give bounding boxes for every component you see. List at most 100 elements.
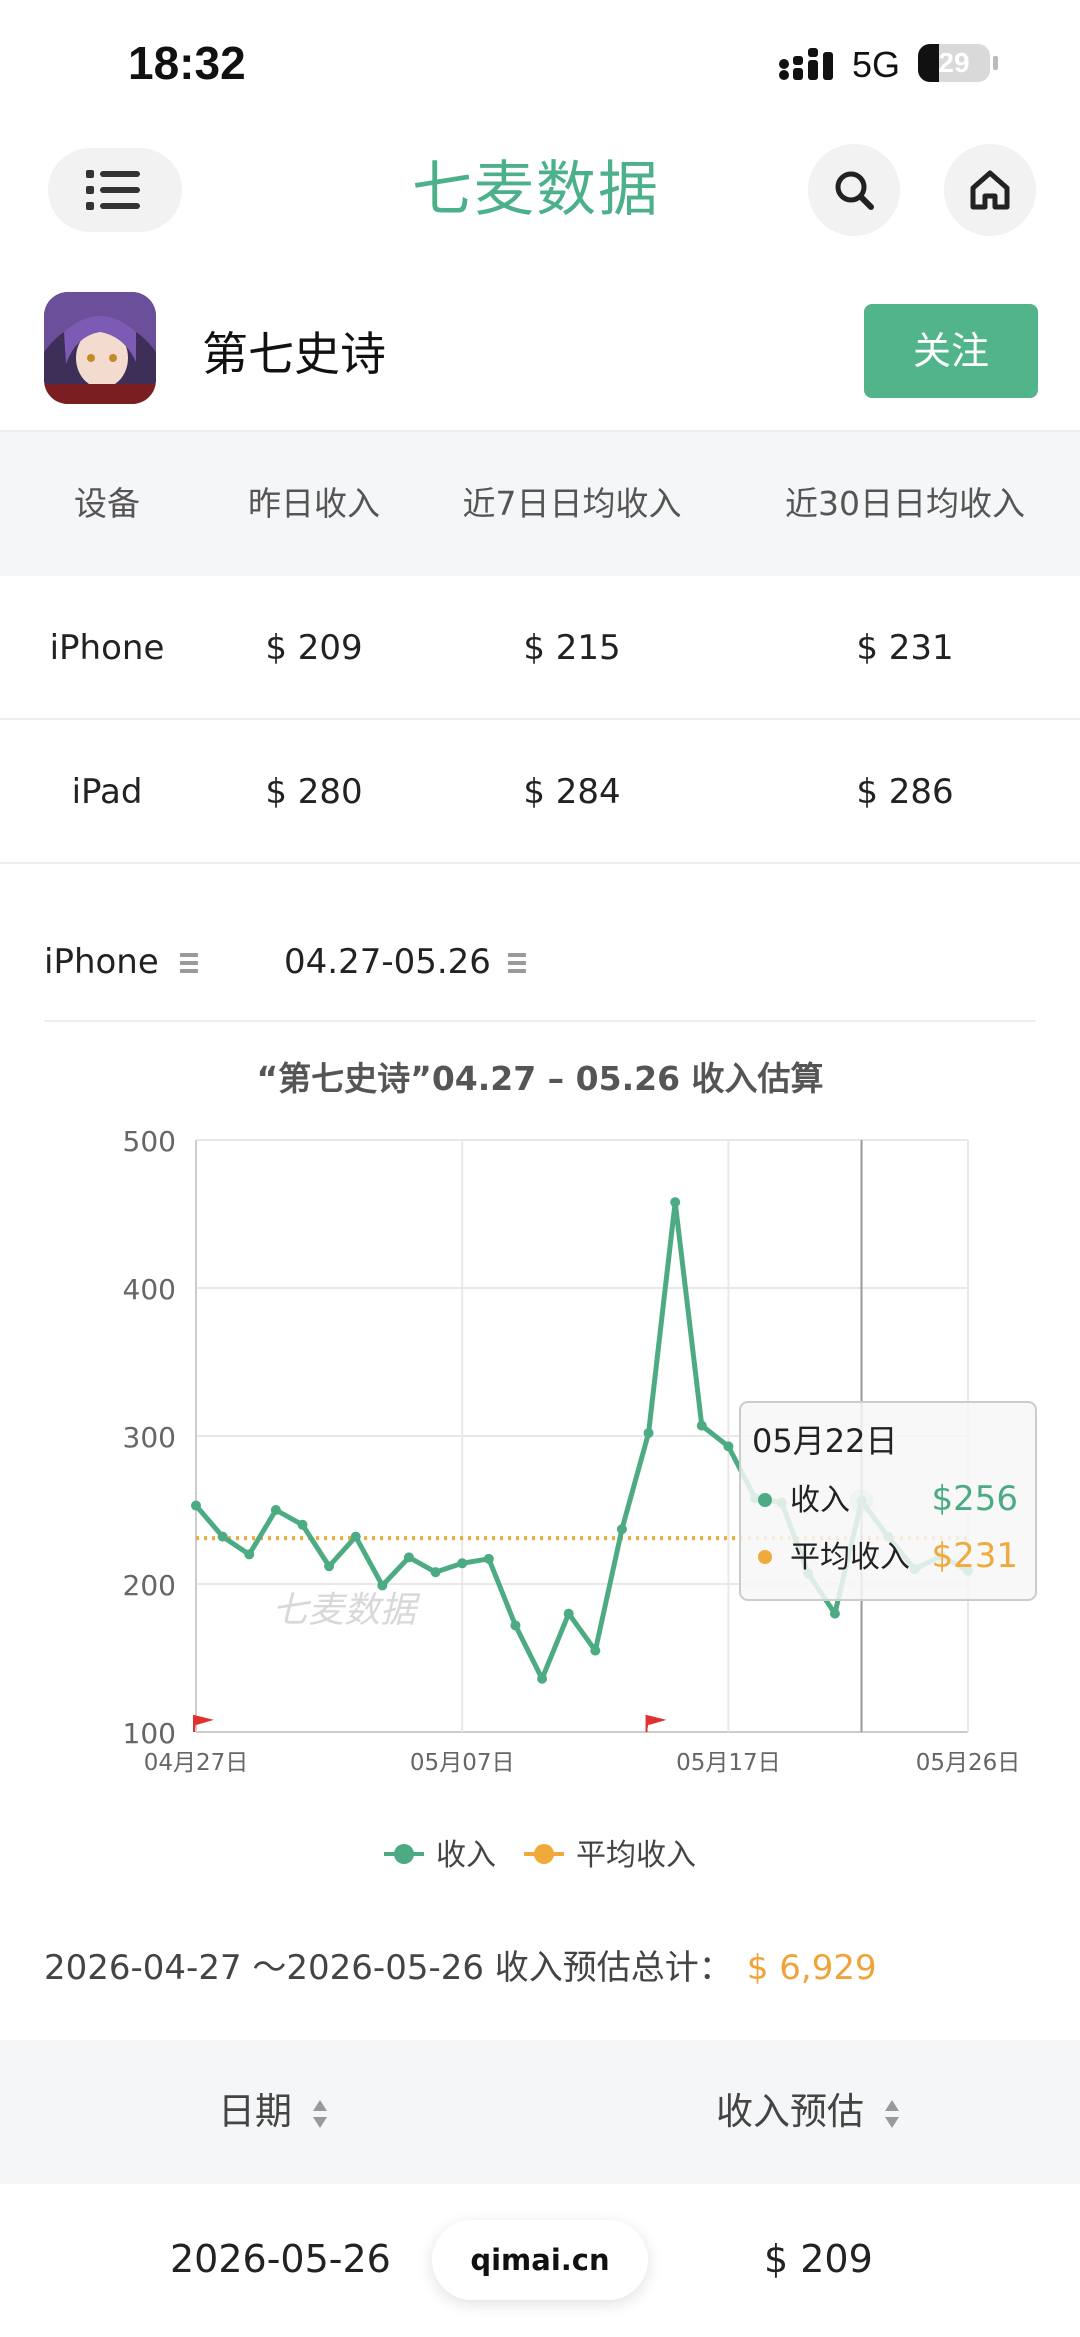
search-button[interactable] xyxy=(808,144,900,236)
tooltip-label: 平均收入 xyxy=(790,1540,910,1575)
y-tick-label: 300 xyxy=(123,1421,176,1454)
legend-label: 收入 xyxy=(436,1838,496,1873)
stats-header-30day: 近30日日均收入 xyxy=(785,484,1025,523)
revenue-point xyxy=(563,1608,574,1619)
revenue-point xyxy=(457,1558,468,1569)
total-value: $ 6,929 xyxy=(746,1948,877,1988)
revenue-point xyxy=(723,1441,734,1452)
home-icon xyxy=(970,170,1010,210)
sort-icon[interactable] xyxy=(312,2098,328,2130)
stats-cell-30day: $ 231 xyxy=(856,628,954,668)
revenue-point xyxy=(403,1552,414,1563)
app-header: 第七史诗 关注 xyxy=(0,288,1080,428)
stats-cell-yesterday: $ 280 xyxy=(265,772,363,812)
menu-button[interactable] xyxy=(48,148,182,232)
stats-header-yesterday: 昨日收入 xyxy=(248,484,380,523)
status-bar: 18:32 5G 29 xyxy=(0,0,1080,130)
chart-filters: iPhone 04.27-05.26 xyxy=(0,922,1080,1022)
x-tick-label: 05月07日 xyxy=(410,1750,515,1776)
home-button[interactable] xyxy=(944,144,1036,236)
revenue-total: 2026-04-27 ～2026-05-26 收入预估总计： $ 6,929 xyxy=(44,1940,877,1989)
revenue-point xyxy=(270,1505,281,1515)
revenue-point xyxy=(510,1620,521,1631)
y-tick-label: 400 xyxy=(123,1273,176,1306)
revenue-point xyxy=(590,1645,601,1656)
tooltip-label: 收入 xyxy=(790,1483,850,1518)
revenue-point xyxy=(350,1531,361,1542)
filter-menu-icon[interactable] xyxy=(180,952,198,974)
stats-header-7day: 近7日日均收入 xyxy=(462,484,682,523)
site-url-pill[interactable]: qimai.cn xyxy=(432,2220,648,2300)
filter-menu-icon[interactable] xyxy=(508,952,526,974)
sort-icon[interactable] xyxy=(884,2098,900,2130)
status-time: 18:32 xyxy=(128,37,246,89)
date-header-label: 日期 xyxy=(218,2090,292,2133)
tooltip-dot xyxy=(758,1550,772,1564)
date-column-header[interactable]: 日期 xyxy=(218,2040,328,2184)
chart-title: “第七史诗”04.27 – 05.26 收入估算 xyxy=(256,1059,823,1098)
stats-cell-device: iPhone xyxy=(49,628,165,668)
stats-cell-7day: $ 215 xyxy=(523,628,621,668)
network-label: 5G xyxy=(852,44,901,85)
battery-level: 29 xyxy=(938,47,970,78)
flag-marker-icon xyxy=(645,1714,667,1732)
device-filter[interactable]: iPhone xyxy=(44,942,159,982)
table-cell-date: 2026-05-26 xyxy=(170,2237,391,2281)
list-icon xyxy=(86,170,140,210)
revenue-point xyxy=(430,1567,441,1578)
revenue-point xyxy=(483,1553,494,1564)
table-cell-revenue: $ 209 xyxy=(764,2237,873,2281)
signal-icon xyxy=(779,48,833,80)
revenue-header-label: 收入预估 xyxy=(716,2090,864,2133)
revenue-point xyxy=(829,1608,840,1619)
battery-icon: 29 xyxy=(918,44,990,82)
y-tick-label: 200 xyxy=(123,1569,176,1602)
app-icon[interactable] xyxy=(44,292,156,404)
revenue-point xyxy=(537,1673,548,1684)
revenue-point xyxy=(670,1197,681,1208)
x-tick-label: 04月27日 xyxy=(144,1750,249,1776)
revenue-point xyxy=(217,1531,228,1542)
stats-cell-7day: $ 284 xyxy=(523,772,621,812)
legend-label: 平均收入 xyxy=(576,1838,696,1873)
stats-cell-device: iPad xyxy=(71,772,143,812)
chart-tooltip: 05月22日收入 $256 平均收入 $231 xyxy=(739,1401,1037,1601)
stats-row: iPhone $ 209 $ 215 $ 231 xyxy=(0,576,1080,720)
revenue-chart[interactable]: “第七史诗”04.27 – 05.26 收入估算 500 400 300 200 100… xyxy=(0,1040,1080,1920)
divider xyxy=(44,1020,1036,1022)
stats-header: 设备 昨日收入 近7日日均收入 近30日日均收入 xyxy=(0,432,1080,576)
date-range-filter[interactable]: 04.27-05.26 xyxy=(284,942,491,982)
revenue-point xyxy=(643,1428,654,1439)
revenue-point xyxy=(297,1519,308,1530)
chart-legend: 收入 平均收入 xyxy=(384,1838,696,1873)
revenue-point xyxy=(324,1561,335,1572)
stats-cell-30day: $ 286 xyxy=(856,772,954,812)
revenue-point xyxy=(377,1580,388,1591)
revenue-point xyxy=(244,1549,255,1560)
logo[interactable]: 七麦数据 xyxy=(412,150,692,230)
chart-watermark: 七麦数据 xyxy=(272,1590,421,1631)
app-name: 第七史诗 xyxy=(202,327,386,381)
revenue-point xyxy=(616,1524,627,1535)
legend-marker xyxy=(534,1844,554,1864)
top-bar: 七麦数据 xyxy=(0,140,1080,240)
x-tick-label: 05月17日 xyxy=(676,1750,781,1776)
stats-cell-yesterday: $ 209 xyxy=(265,628,363,668)
tooltip-value: $256 xyxy=(931,1479,1018,1519)
search-icon xyxy=(835,171,874,210)
stats-header-device: 设备 xyxy=(74,484,140,523)
total-label: 2026-04-27 ～2026-05-26 收入预估总计： xyxy=(44,1948,733,1988)
x-tick-label: 05月26日 xyxy=(916,1750,1021,1776)
daily-table-header: 日期 收入预估 xyxy=(0,2040,1080,2184)
battery-tip xyxy=(993,56,998,70)
follow-button[interactable]: 关注 xyxy=(864,304,1038,398)
revenue-point xyxy=(191,1500,201,1511)
y-tick-label: 100 xyxy=(123,1717,176,1750)
tooltip-title: 05月22日 xyxy=(752,1422,897,1460)
revenue-point xyxy=(696,1420,707,1431)
revenue-column-header[interactable]: 收入预估 xyxy=(716,2040,900,2184)
stats-row: iPad $ 280 $ 284 $ 286 xyxy=(0,720,1080,864)
tooltip-value: $231 xyxy=(931,1536,1018,1576)
y-tick-label: 500 xyxy=(123,1125,176,1158)
tooltip-dot xyxy=(758,1493,772,1507)
